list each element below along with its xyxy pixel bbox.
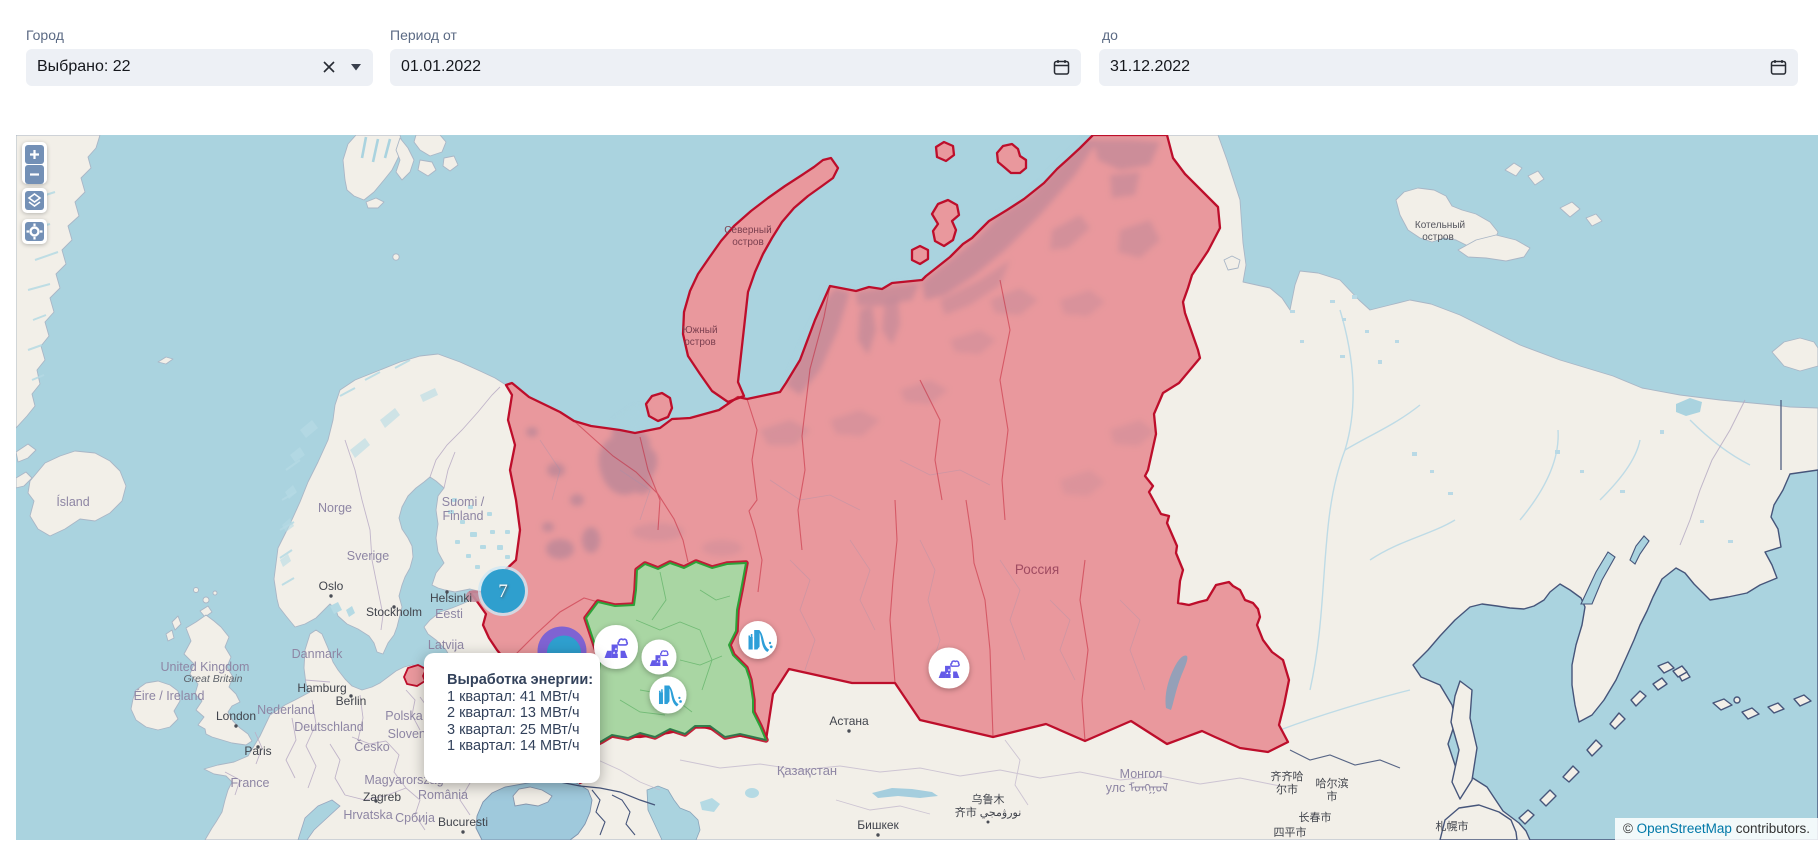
svg-text:Hrvatska: Hrvatska xyxy=(343,808,392,822)
svg-text:London: London xyxy=(216,709,256,723)
svg-text:France: France xyxy=(231,776,270,790)
svg-text:Eesti: Eesti xyxy=(435,607,463,621)
svg-text:Česko: Česko xyxy=(354,739,389,754)
svg-text:Бишкек: Бишкек xyxy=(857,818,899,832)
svg-text:Norge: Norge xyxy=(318,501,352,515)
svg-text:Finland: Finland xyxy=(443,509,484,523)
svg-text:Latvija: Latvija xyxy=(428,638,464,652)
svg-text:Bucuresti: Bucuresti xyxy=(438,815,488,829)
svg-text:乌鲁木: 乌鲁木 xyxy=(972,792,1005,806)
svg-text:Астана: Астана xyxy=(829,714,869,728)
svg-text:Danmark: Danmark xyxy=(292,647,343,661)
svg-text:Южный: Южный xyxy=(682,325,717,336)
svg-text:Zagreb: Zagreb xyxy=(363,790,401,804)
svg-text:Éire / Ireland: Éire / Ireland xyxy=(134,688,205,703)
svg-text:Great Britain: Great Britain xyxy=(184,673,243,685)
svg-text:尔市: 尔市 xyxy=(1276,782,1298,796)
svg-text:札幌市: 札幌市 xyxy=(1436,819,1469,833)
svg-text:остров: остров xyxy=(1422,232,1454,243)
svg-text:Oslo: Oslo xyxy=(319,579,344,593)
svg-text:Hamburg: Hamburg xyxy=(297,681,346,695)
svg-text:улс ᠮᠣᠩᠭᠣᠯ: улс ᠮᠣᠩᠭᠣᠯ xyxy=(1106,781,1169,795)
svg-text:Қазақстан: Қазақстан xyxy=(777,763,837,778)
svg-text:Helsinki: Helsinki xyxy=(430,591,472,605)
svg-text:Србија: Србија xyxy=(395,811,435,825)
svg-text:Nederland: Nederland xyxy=(257,703,315,717)
svg-text:United Kingdom: United Kingdom xyxy=(161,660,250,674)
svg-text:Polska: Polska xyxy=(385,709,423,723)
svg-text:7: 7 xyxy=(498,581,508,602)
svg-text:Deutschland: Deutschland xyxy=(294,720,364,734)
svg-text:长春市: 长春市 xyxy=(1299,810,1332,824)
svg-text:市: 市 xyxy=(1327,789,1338,803)
svg-text:Котельный: Котельный xyxy=(1415,220,1465,231)
svg-text:România: România xyxy=(418,788,468,802)
svg-text:Монгол: Монгол xyxy=(1120,767,1163,781)
svg-text:哈尔滨: 哈尔滨 xyxy=(1316,776,1349,790)
svg-text:四平市: 四平市 xyxy=(1274,825,1307,839)
svg-text:Sverige: Sverige xyxy=(347,549,389,563)
svg-text:остров: остров xyxy=(732,237,764,248)
svg-text:Россия: Россия xyxy=(1015,562,1059,577)
svg-text:齐齐哈: 齐齐哈 xyxy=(1271,769,1304,783)
svg-text:остров: остров xyxy=(684,337,716,348)
svg-text:Северный: Северный xyxy=(724,225,771,236)
svg-text:齐市 ﻧﻮرﯞمجي: 齐市 ﻧﻮرﯞمجي xyxy=(955,805,1022,819)
svg-text:Ísland: Ísland xyxy=(56,494,89,509)
svg-text:Suomi /: Suomi / xyxy=(442,495,485,509)
